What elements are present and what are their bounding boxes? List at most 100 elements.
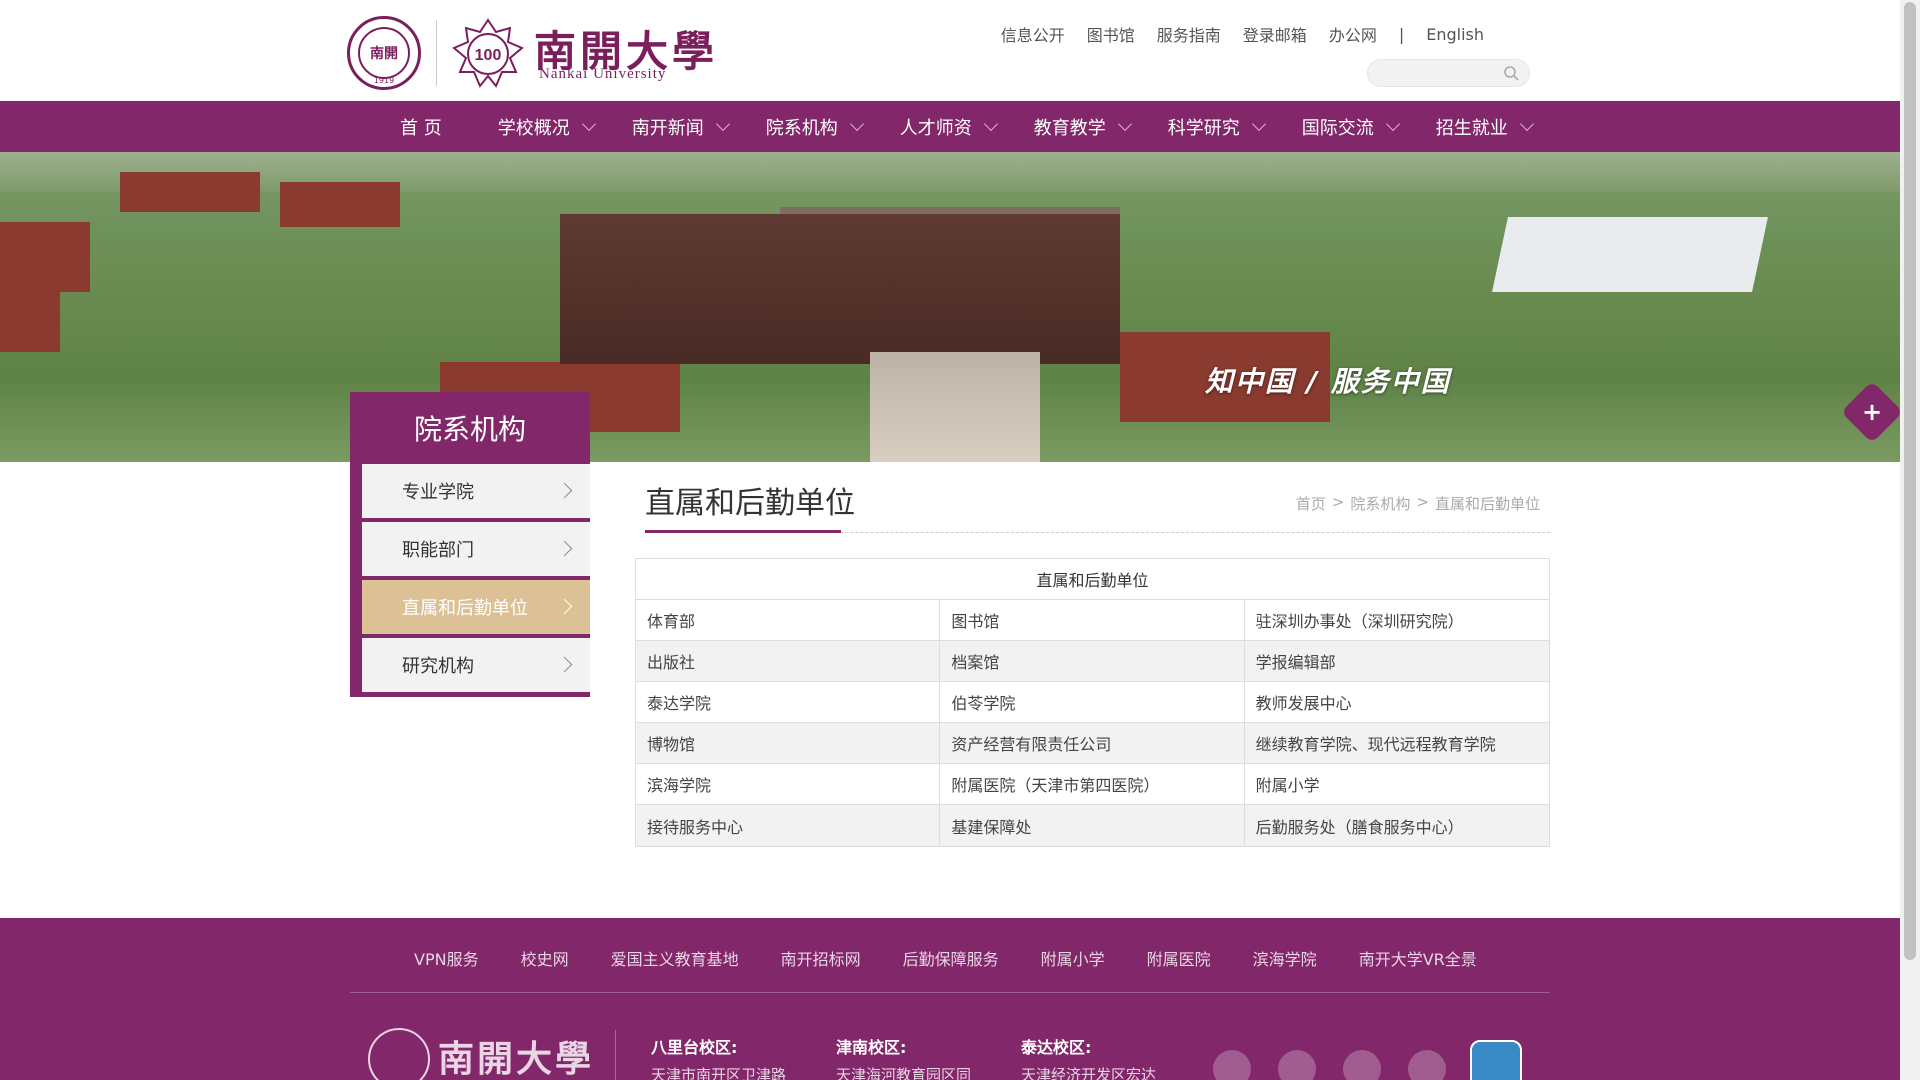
nav-item-faculty[interactable]: 人才师资	[886, 101, 1020, 152]
footer-link-vr-tour[interactable]: 南开大学VR全景	[1359, 946, 1477, 970]
table-cell-link[interactable]: 基建保障处	[940, 805, 1245, 846]
sidebar-item-affiliated-units[interactable]: 直属和后勤单位	[362, 580, 590, 634]
nav-item-international[interactable]: 国际交流	[1288, 101, 1422, 152]
breadcrumb-current[interactable]: 直属和后勤单位	[1435, 493, 1540, 514]
banner-plaza	[870, 352, 1040, 462]
banner-white-building	[1492, 217, 1768, 292]
campus-name: 八里台校区:	[651, 1038, 738, 1057]
table-cell-link[interactable]: 档案馆	[940, 641, 1245, 681]
breadcrumb-home[interactable]: 首页	[1296, 493, 1326, 514]
chevron-down-icon	[1385, 116, 1400, 131]
table-cell-link[interactable]: 体育部	[636, 600, 941, 640]
nav-label: 首 页	[400, 117, 442, 139]
site-header: 南開 1919 100 南開大學 Nankai University 信息公开 …	[0, 0, 1900, 101]
nav-items: 首 页 学校概况 南开新闻 院系机构 人才师资 教育教学 科学研究 国际交流 招…	[386, 101, 1556, 152]
table-cell-link[interactable]: 泰达学院	[636, 682, 941, 722]
footer-link-bidding[interactable]: 南开招标网	[781, 946, 861, 970]
svg-text:100: 100	[475, 47, 502, 64]
table-cell-link[interactable]: 后勤服务处（膳食服务中心）	[1245, 805, 1549, 846]
nav-label: 院系机构	[765, 117, 838, 139]
nav-item-departments[interactable]: 院系机构	[752, 101, 886, 152]
nav-item-about[interactable]: 学校概况	[484, 101, 618, 152]
search-icon[interactable]	[1503, 65, 1519, 81]
table-cell-link[interactable]: 出版社	[636, 641, 941, 681]
table-cell-link[interactable]: 滨海学院	[636, 764, 941, 804]
university-seal-logo[interactable]: 南開 1919	[347, 16, 421, 90]
breadcrumb-separator: >	[1416, 493, 1429, 511]
footer-link-history[interactable]: 校史网	[521, 946, 569, 970]
toplink-library[interactable]: 图书馆	[1087, 22, 1135, 46]
table-row: 接待服务中心 基建保障处 后勤服务处（膳食服务中心）	[636, 805, 1549, 846]
footer-logo-text: 南開大學	[438, 1038, 595, 1080]
toplink-info-disclosure[interactable]: 信息公开	[1001, 22, 1065, 46]
table-cell-link[interactable]: 接待服务中心	[636, 805, 941, 846]
breadcrumb-departments[interactable]: 院系机构	[1350, 493, 1410, 514]
table-cell-link[interactable]: 博物馆	[636, 723, 941, 763]
sidebar-item-label: 直属和后勤单位	[402, 598, 528, 619]
douyin-icon[interactable]	[1343, 1050, 1381, 1080]
scrollbar-thumb[interactable]	[1904, 2, 1916, 960]
sidebar-item-professional-colleges[interactable]: 专业学院	[362, 464, 590, 518]
toplink-office-network[interactable]: 办公网	[1329, 22, 1377, 46]
nav-label: 南开新闻	[631, 117, 704, 139]
nav-label: 学校概况	[497, 117, 570, 139]
nav-label: 教育教学	[1033, 117, 1106, 139]
nav-label: 科学研究	[1167, 117, 1240, 139]
table-cell-link[interactable]: 图书馆	[940, 600, 1245, 640]
sidebar-item-functional-departments[interactable]: 职能部门	[362, 522, 590, 576]
footer-link-primary-school[interactable]: 附属小学	[1041, 946, 1105, 970]
app-badge-icon[interactable]	[1470, 1040, 1522, 1080]
logo-english-text[interactable]: Nankai University	[539, 66, 666, 83]
footer-links: VPN服务 校史网 爱国主义教育基地 南开招标网 后勤保障服务 附属小学 附属医…	[414, 946, 1477, 970]
nav-item-news[interactable]: 南开新闻	[618, 101, 752, 152]
table-cell-link[interactable]: 附属医院（天津市第四医院）	[940, 764, 1245, 804]
footer-link-hospital[interactable]: 附属医院	[1147, 946, 1211, 970]
bilibili-icon[interactable]	[1408, 1050, 1446, 1080]
toplink-english[interactable]: English	[1426, 25, 1484, 44]
top-links: 信息公开 图书馆 服务指南 登录邮箱 办公网 | English	[1001, 22, 1484, 46]
footer-link-patriotic-base[interactable]: 爱国主义教育基地	[611, 946, 739, 970]
search-input[interactable]	[1367, 59, 1530, 87]
table-cell-link[interactable]: 伯苓学院	[940, 682, 1245, 722]
page-scrollbar[interactable]	[1900, 0, 1920, 1080]
footer-seal-logo	[368, 1028, 430, 1080]
toplink-login-email[interactable]: 登录邮箱	[1243, 22, 1307, 46]
weibo-icon[interactable]	[1278, 1050, 1316, 1080]
footer-link-logistics[interactable]: 后勤保障服务	[903, 946, 999, 970]
banner-slogan: 知中国 / 服务中国	[1205, 365, 1451, 398]
nav-label: 招生就业	[1435, 117, 1508, 139]
sidebar-item-research-institutes[interactable]: 研究机构	[362, 638, 590, 692]
chevron-down-icon	[1519, 116, 1534, 131]
table-cell-link[interactable]: 教师发展中心	[1245, 682, 1549, 722]
nav-label: 国际交流	[1301, 117, 1374, 139]
banner-building	[280, 182, 400, 227]
wechat-icon[interactable]	[1213, 1050, 1251, 1080]
title-underline	[645, 530, 841, 533]
centennial-badge-icon: 100	[452, 18, 524, 88]
toplink-service-guide[interactable]: 服务指南	[1157, 22, 1221, 46]
chevron-down-icon	[1251, 116, 1266, 131]
footer-link-binhai[interactable]: 滨海学院	[1253, 946, 1317, 970]
table-row: 滨海学院 附属医院（天津市第四医院） 附属小学	[636, 764, 1549, 805]
table-cell-link[interactable]: 学报编辑部	[1245, 641, 1549, 681]
nav-item-admissions[interactable]: 招生就业	[1422, 101, 1556, 152]
footer-link-vpn[interactable]: VPN服务	[414, 946, 479, 970]
campus-address: 天津市南开区卫津路	[651, 1066, 787, 1080]
plus-icon: +	[1861, 398, 1883, 426]
table-cell-link[interactable]: 资产经营有限责任公司	[940, 723, 1245, 763]
table-row: 出版社 档案馆 学报编辑部	[636, 641, 1549, 682]
seal-year: 1919	[373, 76, 395, 85]
site-footer: VPN服务 校史网 爱国主义教育基地 南开招标网 后勤保障服务 附属小学 附属医…	[0, 918, 1900, 1080]
table-cell-link[interactable]: 附属小学	[1245, 764, 1549, 804]
nav-item-home[interactable]: 首 页	[386, 101, 484, 152]
table-row: 泰达学院 伯苓学院 教师发展中心	[636, 682, 1549, 723]
expand-plus-button[interactable]: +	[1840, 380, 1900, 444]
nav-label: 人才师资	[899, 117, 972, 139]
nav-item-education[interactable]: 教育教学	[1020, 101, 1154, 152]
table-cell-link[interactable]: 驻深圳办事处（深圳研究院）	[1245, 600, 1549, 640]
chevron-right-icon	[556, 598, 573, 615]
table-cell-link[interactable]: 继续教育学院、现代远程教育学院	[1245, 723, 1549, 763]
banner-building	[120, 172, 260, 212]
sidebar-item-label: 职能部门	[402, 540, 474, 561]
nav-item-research[interactable]: 科学研究	[1154, 101, 1288, 152]
